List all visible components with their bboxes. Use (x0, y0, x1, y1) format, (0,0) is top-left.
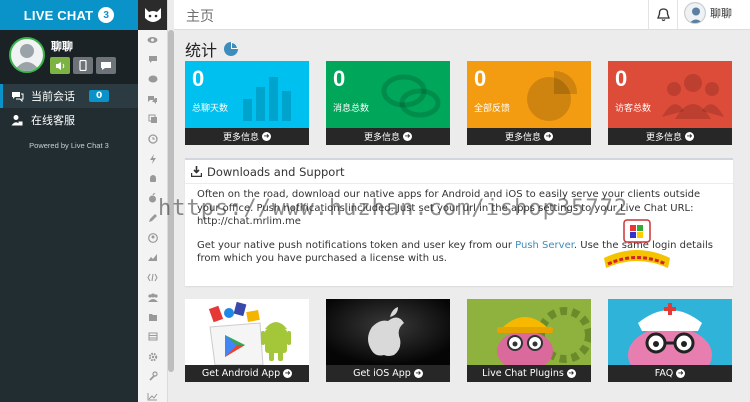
android-icon[interactable] (138, 169, 167, 189)
panel-header: Downloads and Support (185, 160, 733, 184)
user-circle-icon[interactable] (138, 228, 167, 248)
push-text-before: Get your native push notifications token… (197, 239, 516, 251)
line-chart-icon[interactable] (138, 386, 167, 402)
folder-icon[interactable] (138, 307, 167, 327)
pie-chart-icon (527, 70, 578, 121)
sidebar-item-label: 当前会话 (31, 90, 75, 103)
stat-card-total-visitors: 0 访客总数 更多信息 ➜ (608, 61, 732, 145)
panel-title: Downloads and Support (207, 164, 345, 179)
stats-heading: 统计 (185, 37, 239, 61)
notifications-button[interactable] (648, 0, 678, 29)
wrench-icon[interactable] (138, 367, 167, 387)
user-lock-icon (11, 114, 26, 126)
stat-card-total-feedback: 0 全部反馈 更多信息 ➜ (467, 61, 591, 145)
arrow-circle-right-icon: ➜ (403, 132, 412, 141)
users-icon (662, 74, 724, 119)
stat-card-total-messages: 0 消息总数 更多信息 ➜ (326, 61, 450, 145)
arrow-circle-right-icon: ➜ (283, 369, 293, 378)
live-chat-plugins-button[interactable]: Live Chat Plugins ➜ (467, 365, 591, 382)
mobile-icon (79, 60, 87, 71)
more-info-button[interactable]: 更多信息 ➜ (185, 128, 309, 145)
stat-label: 访客总数 (615, 104, 652, 114)
live-chat-plugins-card[interactable]: Live Chat Plugins ➜ (467, 299, 591, 382)
nurse-cat-illustration (608, 299, 732, 365)
volume-icon (55, 61, 64, 70)
powered-by-text: Powered by Live Chat 3 (29, 141, 109, 150)
list-icon[interactable] (138, 327, 167, 347)
user-name: 聊聊 (710, 7, 732, 20)
profile-name: 聊聊 (51, 40, 73, 53)
sidebar-item-online-staff[interactable]: 在线客服 (0, 108, 138, 132)
chat-status-button[interactable] (96, 57, 116, 74)
user-menu[interactable]: 聊聊 (684, 2, 732, 24)
download-icon (191, 166, 202, 177)
arrow-circle-right-icon: ➜ (262, 132, 271, 141)
watermark-text: https://www.huzhan.com/ishop35772 (158, 196, 629, 221)
top-navbar: 主页 聊聊 (174, 0, 750, 30)
brand-version-badge: 3 (98, 7, 115, 23)
bar-chart-icon (243, 77, 291, 121)
apple-logo-illustration (326, 299, 450, 365)
comments-icon[interactable] (138, 89, 167, 109)
get-android-app-button[interactable]: Get Android App ➜ (185, 365, 309, 382)
chat-bubbles-icon (381, 74, 441, 118)
sound-toggle-button[interactable] (50, 57, 70, 74)
stat-label: 总聊天数 (192, 104, 229, 114)
brand-title: LIVE CHAT (23, 7, 94, 23)
arrow-circle-right-icon: ➜ (685, 132, 694, 141)
stat-value: 0 (192, 66, 205, 91)
pie-chart-icon (224, 42, 239, 56)
gear-icon[interactable] (138, 347, 167, 367)
stat-label: 全部反馈 (474, 104, 511, 114)
stat-value: 0 (615, 66, 628, 91)
android-app-card[interactable]: Get Android App ➜ (185, 299, 309, 382)
chat-icon (101, 61, 111, 70)
arrow-circle-right-icon: ➜ (566, 369, 576, 378)
main-sidebar: LIVE CHAT 3 聊聊 当前会话 0 在线客服 Powered by Li… (0, 0, 138, 402)
history-icon[interactable] (138, 129, 167, 149)
avatar[interactable] (9, 37, 45, 73)
chat-bubble-icon[interactable] (138, 50, 167, 70)
code-icon[interactable] (138, 268, 167, 288)
user-profile-panel: 聊聊 (0, 30, 138, 84)
faq-button[interactable]: FAQ ➜ (608, 365, 732, 382)
mobile-button[interactable] (73, 57, 93, 74)
current-chats-badge: 0 (89, 90, 110, 102)
stat-value: 0 (474, 66, 487, 91)
stat-label: 消息总数 (333, 104, 370, 114)
copy-icon[interactable] (138, 109, 167, 129)
sidebar-item-label: 在线客服 (31, 114, 75, 127)
stat-value: 0 (333, 66, 346, 91)
bell-icon (656, 7, 670, 21)
builder-cat-illustration (467, 299, 591, 365)
more-info-button[interactable]: 更多信息 ➜ (467, 128, 591, 145)
arrow-circle-right-icon: ➜ (413, 369, 423, 378)
more-info-button[interactable]: 更多信息 ➜ (608, 128, 732, 145)
more-info-button[interactable]: 更多信息 ➜ (326, 128, 450, 145)
page-title: 主页 (186, 9, 214, 25)
push-server-link[interactable]: Push Server (515, 240, 574, 251)
android-store-illustration (185, 299, 309, 365)
get-ios-app-button[interactable]: Get iOS App ➜ (326, 365, 450, 382)
sidebar-item-current-chats[interactable]: 当前会话 0 (0, 84, 138, 108)
bolt-icon[interactable] (138, 149, 167, 169)
eye-icon[interactable] (138, 30, 167, 50)
avatar (684, 2, 706, 24)
brand-logo[interactable]: LIVE CHAT 3 (0, 0, 138, 30)
stats-title: 统计 (185, 41, 218, 60)
cat-logo-icon[interactable] (138, 0, 167, 30)
comment-icon[interactable] (138, 70, 167, 90)
ios-app-card[interactable]: Get iOS App ➜ (326, 299, 450, 382)
comments-icon (11, 91, 26, 102)
arrow-circle-right-icon: ➜ (676, 369, 686, 378)
area-chart-icon[interactable] (138, 248, 167, 268)
stat-card-total-chats: 0 总聊天数 更多信息 ➜ (185, 61, 309, 145)
faq-card[interactable]: FAQ ➜ (608, 299, 732, 382)
users-icon[interactable] (138, 287, 167, 307)
arrow-circle-right-icon: ➜ (544, 132, 553, 141)
watermark-badge-icon (604, 219, 670, 268)
